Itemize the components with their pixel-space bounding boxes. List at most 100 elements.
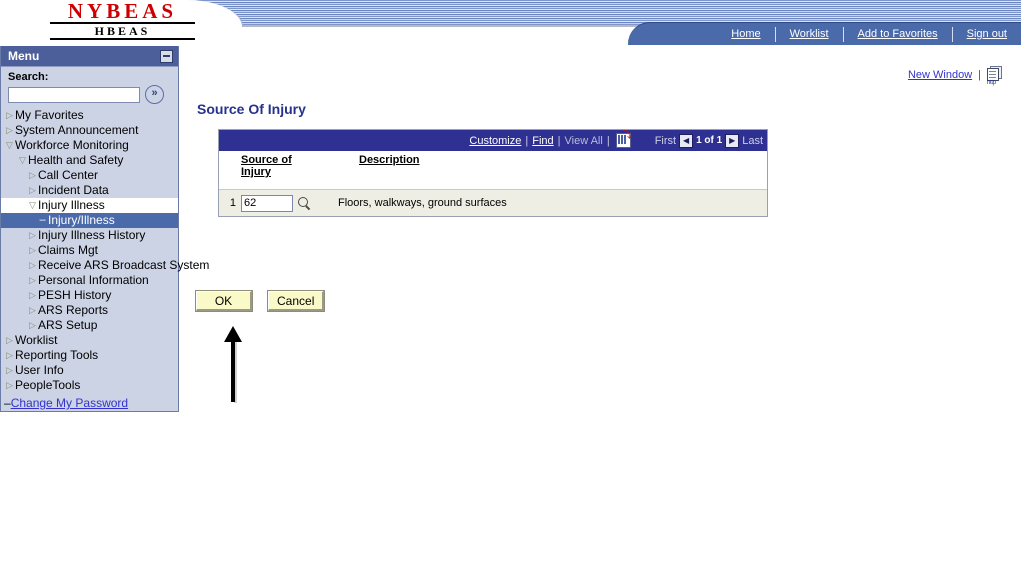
ok-button[interactable]: OK xyxy=(195,290,253,312)
sidebar-item-label: Call Center xyxy=(38,168,99,182)
sidebar-item-label: User Info xyxy=(15,363,64,377)
menu-search-input[interactable] xyxy=(8,86,140,103)
sidebar-item-health-and-safety[interactable]: ▽ Health and Safety xyxy=(1,153,178,168)
pager-first-label[interactable]: First xyxy=(655,135,676,147)
twisty-collapsed-icon[interactable]: ▷ xyxy=(27,318,38,333)
twisty-expanded-icon[interactable]: ▽ xyxy=(4,138,15,153)
menu-header: Menu xyxy=(1,46,178,67)
toolbar-divider: | xyxy=(978,68,981,81)
sidebar-item-label: Claims Mgt xyxy=(38,243,99,257)
collapse-menu-icon[interactable] xyxy=(160,49,173,63)
grid-download-icon[interactable]: ⤵ xyxy=(615,131,632,148)
twisty-collapsed-icon[interactable]: ▷ xyxy=(27,228,38,243)
sidebar-item-reporting-tools[interactable]: ▷ Reporting Tools xyxy=(1,348,178,363)
nav-link-sign-out[interactable]: Sign out xyxy=(953,28,1021,40)
sidebar-item-label: Workforce Monitoring xyxy=(15,138,129,152)
row-number: 1 xyxy=(229,197,236,209)
grid-header-source-of-injury[interactable]: Source of Injury xyxy=(241,154,359,178)
grid-customize-link[interactable]: Customize xyxy=(469,135,521,147)
logo-secondary-text: HBEAS xyxy=(50,24,195,40)
menu-title: Menu xyxy=(8,49,40,63)
sidebar-item-injury-illness-history[interactable]: ▷ Injury Illness History xyxy=(1,228,178,243)
sidebar-item-call-center[interactable]: ▷ Call Center xyxy=(1,168,178,183)
sidebar-item-peopletools[interactable]: ▷ PeopleTools xyxy=(1,378,178,393)
sort-source-of-injury-line1[interactable]: Source of xyxy=(241,154,292,166)
sidebar-item-pesh-history[interactable]: ▷ PESH History xyxy=(1,288,178,303)
sidebar-item-change-my-password[interactable]: – Change My Password xyxy=(1,395,178,411)
sidebar-item-label: Worklist xyxy=(15,333,58,347)
twisty-collapsed-icon[interactable]: ▷ xyxy=(27,183,38,198)
twisty-collapsed-icon[interactable]: ▷ xyxy=(27,258,38,273)
change-my-password-link[interactable]: Change My Password xyxy=(11,396,128,411)
lookup-search-icon[interactable] xyxy=(297,196,312,211)
twisty-expanded-icon[interactable]: ▽ xyxy=(17,153,28,168)
twisty-collapsed-icon[interactable]: ▷ xyxy=(27,168,38,183)
sidebar-item-label: Injury Illness xyxy=(38,198,105,212)
nav-link-worklist[interactable]: Worklist xyxy=(776,28,843,40)
twisty-collapsed-icon[interactable]: ▷ xyxy=(4,363,15,378)
menu-search-row: » xyxy=(1,85,178,108)
twisty-collapsed-icon[interactable]: ▷ xyxy=(4,333,15,348)
menu-search-label: Search: xyxy=(8,71,49,83)
twisty-collapsed-icon[interactable]: ▷ xyxy=(27,243,38,258)
action-button-row: OK Cancel xyxy=(195,290,340,312)
sidebar-item-label: Reporting Tools xyxy=(15,348,99,362)
logo-primary-text: NYBEAS xyxy=(50,0,195,24)
sidebar-item-system-announcement[interactable]: ▷ System Announcement xyxy=(1,123,178,138)
sort-source-of-injury-line2[interactable]: Injury xyxy=(241,166,359,178)
sidebar-item-label: System Announcement xyxy=(15,123,139,137)
sidebar-item-my-favorites[interactable]: ▷ My Favorites xyxy=(1,108,178,123)
sidebar-item-ars-reports[interactable]: ▷ ARS Reports xyxy=(1,303,178,318)
sidebar-item-label: PeopleTools xyxy=(15,378,81,392)
sidebar-item-ars-setup[interactable]: ▷ ARS Setup xyxy=(1,318,178,333)
twisty-collapsed-icon[interactable]: ▷ xyxy=(4,348,15,363)
row-description: Floors, walkways, ground surfaces xyxy=(338,197,507,209)
application-page: NYBEAS HBEAS Home Worklist Add to Favori… xyxy=(0,0,1021,588)
sidebar-item-worklist[interactable]: ▷ Worklist xyxy=(1,333,178,348)
twisty-collapsed-icon[interactable]: ▷ xyxy=(4,123,15,138)
pager-previous-icon[interactable]: ◀ xyxy=(679,133,694,148)
pager-next-icon[interactable]: ▶ xyxy=(725,133,740,148)
grid-find-link[interactable]: Find xyxy=(532,135,553,147)
search-submit-icon[interactable]: » xyxy=(145,85,164,104)
sort-description[interactable]: Description xyxy=(359,154,420,166)
grid-divider: | xyxy=(557,134,561,147)
twisty-collapsed-icon[interactable]: ▷ xyxy=(27,288,38,303)
sidebar-item-receive-ars-broadcast-system[interactable]: ▷ Receive ARS Broadcast System xyxy=(1,258,209,273)
sidebar-item-incident-data[interactable]: ▷ Incident Data xyxy=(1,183,178,198)
nav-link-add-to-favorites[interactable]: Add to Favorites xyxy=(844,28,952,40)
pager-last-label[interactable]: Last xyxy=(742,135,763,147)
sidebar-item-label: Health and Safety xyxy=(28,153,124,167)
nybeas-logo: NYBEAS HBEAS xyxy=(50,0,195,40)
magnifier-handle xyxy=(305,204,311,210)
arrow-shaft xyxy=(231,338,235,402)
sidebar-item-label: Personal Information xyxy=(38,273,149,287)
leaf-dash-icon: – xyxy=(4,396,11,410)
sidebar-item-user-info[interactable]: ▷ User Info xyxy=(1,363,178,378)
twisty-collapsed-icon[interactable]: ▷ xyxy=(27,273,38,288)
grid-header-description[interactable]: Description xyxy=(359,154,420,166)
sidebar-item-injury-illness[interactable]: – Injury/Illness xyxy=(1,213,178,228)
source-of-injury-input[interactable] xyxy=(241,194,293,212)
twisty-collapsed-icon[interactable]: ▷ xyxy=(4,108,15,123)
menu-sidebar: Menu Search: » ▷ My Favorites ▷ System Anno… xyxy=(0,46,209,412)
sidebar-item-personal-information[interactable]: ▷ Personal Information xyxy=(1,273,178,288)
sidebar-item-label: PESH History xyxy=(38,288,112,302)
leaf-dash-icon[interactable]: – xyxy=(37,213,48,228)
cancel-button[interactable]: Cancel xyxy=(266,290,326,312)
source-of-injury-grid: Customize | Find | View All | ⤵ First ◀ … xyxy=(218,129,768,217)
twisty-collapsed-icon[interactable]: ▷ xyxy=(4,378,15,393)
sidebar-item-workforce-monitoring[interactable]: ▽ Workforce Monitoring xyxy=(1,138,178,153)
copy-url-http-icon[interactable]: http xyxy=(987,66,1003,86)
grid-view-all-link[interactable]: View All xyxy=(565,135,603,147)
twisty-collapsed-icon[interactable]: ▷ xyxy=(27,303,38,318)
sidebar-item-label: Injury Illness History xyxy=(38,228,146,242)
new-window-link[interactable]: New Window xyxy=(908,69,972,81)
sidebar-item-claims-mgt[interactable]: ▷ Claims Mgt xyxy=(1,243,178,258)
nav-link-home[interactable]: Home xyxy=(717,28,774,40)
sidebar-item-label: My Favorites xyxy=(15,108,84,122)
twisty-expanded-icon[interactable]: ▽ xyxy=(27,198,38,213)
grid-divider: | xyxy=(606,134,610,147)
sidebar-item-label: Injury/Illness xyxy=(48,213,115,227)
sidebar-item-injury-illness[interactable]: ▽ Injury Illness xyxy=(1,198,178,213)
